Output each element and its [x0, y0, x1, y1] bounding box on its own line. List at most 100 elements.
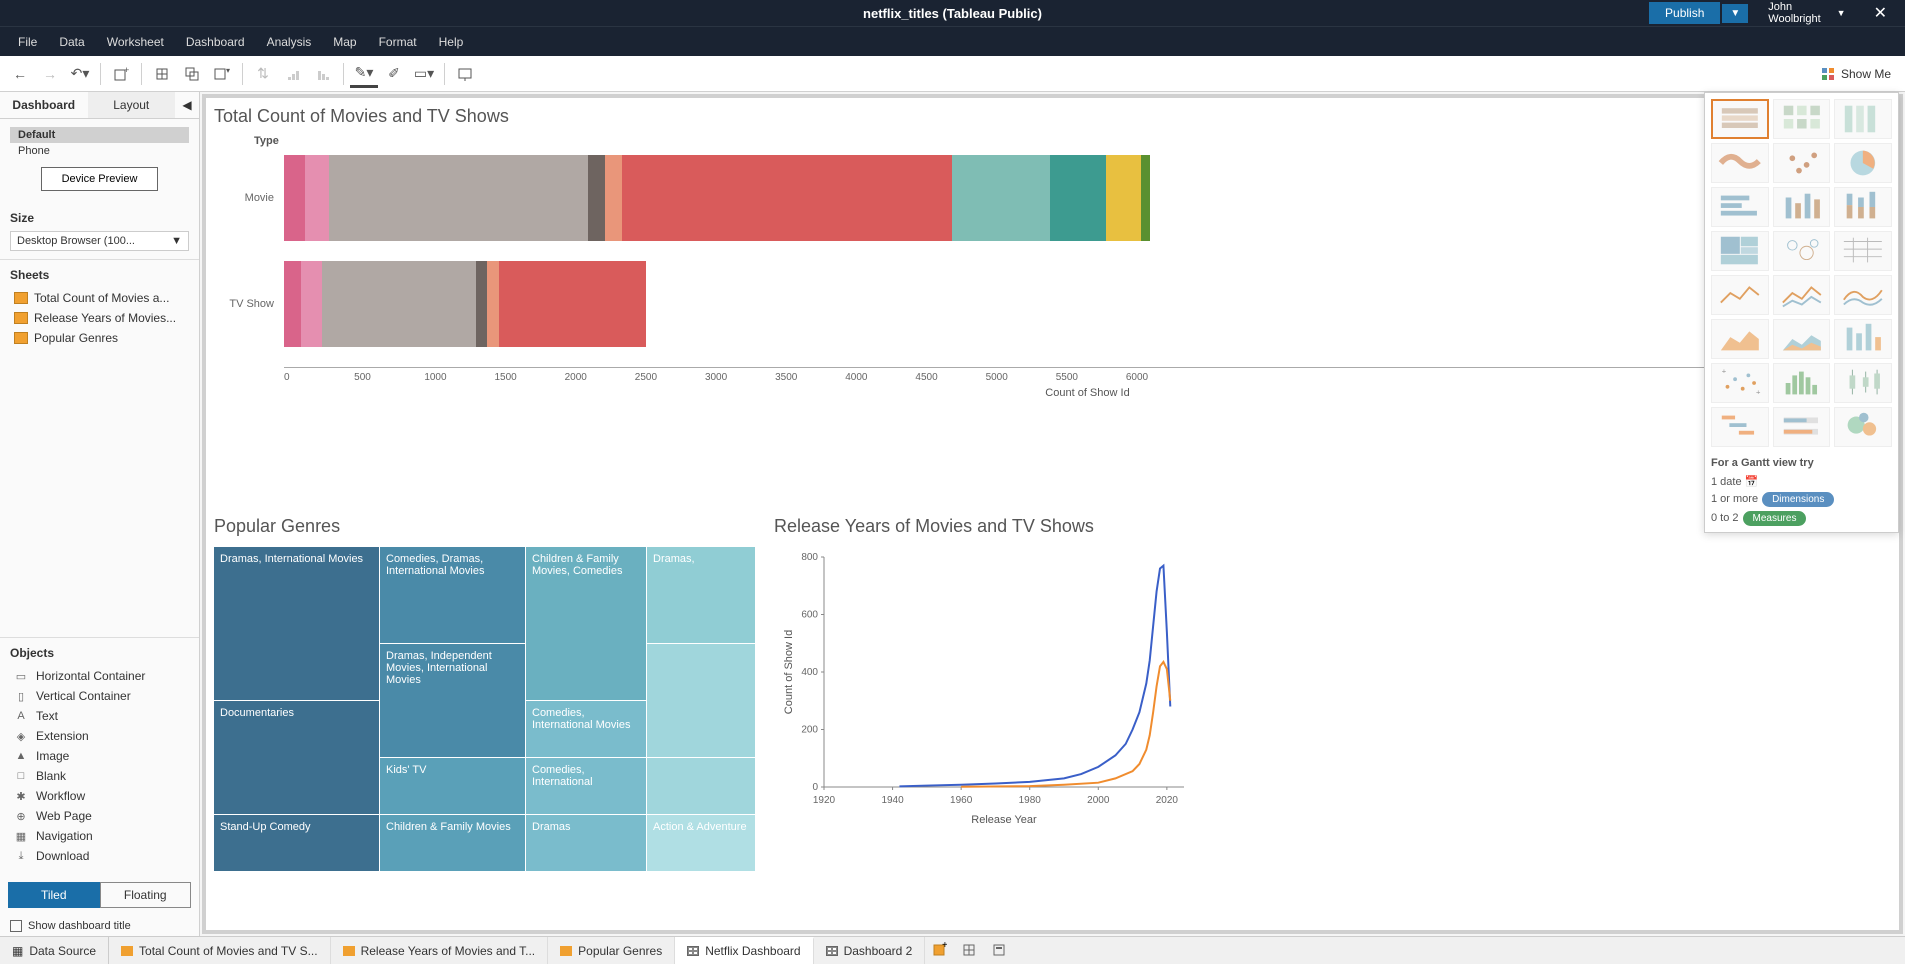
- forward-icon[interactable]: →: [36, 60, 64, 88]
- showme-chart-type[interactable]: [1773, 407, 1831, 447]
- showme-chart-type[interactable]: [1773, 275, 1831, 315]
- sheets-header: Sheets: [10, 268, 189, 282]
- showme-chart-type[interactable]: [1834, 143, 1892, 183]
- object-horizontal[interactable]: ▭Horizontal Container: [10, 666, 189, 686]
- object-navigation[interactable]: ▦Navigation: [10, 826, 189, 846]
- menu-map[interactable]: Map: [323, 31, 366, 53]
- device-phone[interactable]: Phone: [10, 143, 189, 159]
- floating-button[interactable]: Floating: [100, 882, 192, 908]
- menu-analysis[interactable]: Analysis: [257, 31, 322, 53]
- show-me-panel: ++ For a Gantt view try 1 date 📅 1 or mo…: [1704, 92, 1899, 533]
- device-default[interactable]: Default: [10, 127, 189, 143]
- worksheet-icon: [343, 946, 355, 956]
- sort-asc-icon[interactable]: [279, 60, 307, 88]
- sheet-tab-active[interactable]: Netflix Dashboard: [675, 937, 813, 964]
- showme-chart-type[interactable]: [1834, 319, 1892, 359]
- new-dashboard-tab-icon[interactable]: [955, 942, 985, 959]
- showme-chart-type[interactable]: [1834, 407, 1892, 447]
- menu-format[interactable]: Format: [369, 31, 427, 53]
- showme-chart-type[interactable]: ++: [1711, 363, 1769, 403]
- object-vertical[interactable]: ▯Vertical Container: [10, 686, 189, 706]
- data-source-tab[interactable]: ▦ Data Source: [0, 937, 109, 964]
- tiled-button[interactable]: Tiled: [8, 882, 100, 908]
- download-icon: ⤓: [14, 850, 28, 863]
- sheet-item[interactable]: Release Years of Movies...: [10, 308, 189, 328]
- chart-popular-genres[interactable]: Popular Genres Dramas, International Mov…: [214, 516, 754, 896]
- sheet-item[interactable]: Popular Genres: [10, 328, 189, 348]
- datasource-icon: ▦: [12, 944, 23, 958]
- swap-icon[interactable]: ⇅: [249, 60, 277, 88]
- duplicate-icon[interactable]: [178, 60, 206, 88]
- show-dashboard-title-checkbox[interactable]: Show dashboard title: [0, 916, 199, 936]
- showme-chart-type[interactable]: [1834, 363, 1892, 403]
- undo-icon[interactable]: ↶▾: [66, 60, 94, 88]
- object-image[interactable]: ▲Image: [10, 746, 189, 766]
- object-webpage[interactable]: ⊕Web Page: [10, 806, 189, 826]
- showme-chart-type[interactable]: [1773, 319, 1831, 359]
- device-preview-button[interactable]: Device Preview: [41, 167, 159, 191]
- showme-chart-type[interactable]: [1834, 275, 1892, 315]
- dashboard-canvas[interactable]: Total Count of Movies and TV Shows Type …: [202, 94, 1903, 934]
- clear-icon[interactable]: ▾: [208, 60, 236, 88]
- text-icon: A: [14, 710, 28, 722]
- object-workflow[interactable]: ✱Workflow: [10, 786, 189, 806]
- menu-help[interactable]: Help: [429, 31, 474, 53]
- annotate-icon[interactable]: ✐: [380, 60, 408, 88]
- show-me-button[interactable]: Show Me: [1813, 63, 1899, 85]
- menu-file[interactable]: File: [8, 31, 47, 53]
- object-text[interactable]: AText: [10, 706, 189, 726]
- showme-chart-type[interactable]: [1834, 231, 1892, 271]
- size-value: Desktop Browser (100...: [17, 235, 135, 247]
- object-download[interactable]: ⤓Download: [10, 846, 189, 866]
- sheet-tab[interactable]: Total Count of Movies and TV S...: [109, 937, 331, 964]
- sort-desc-icon[interactable]: [309, 60, 337, 88]
- object-extension[interactable]: ◈Extension: [10, 726, 189, 746]
- menu-data[interactable]: Data: [49, 31, 94, 53]
- svg-text:400: 400: [801, 667, 818, 678]
- sidebar-tab-dashboard[interactable]: Dashboard: [0, 92, 88, 118]
- sheet-tab[interactable]: Popular Genres: [548, 937, 675, 964]
- showme-chart-type[interactable]: [1834, 187, 1892, 227]
- showme-chart-type[interactable]: [1773, 143, 1831, 183]
- showme-chart-type[interactable]: [1773, 231, 1831, 271]
- new-worksheet-tab-icon[interactable]: +: [925, 942, 955, 959]
- publish-dropdown[interactable]: ▼: [1722, 4, 1748, 23]
- chart-release-years[interactable]: Release Years of Movies and TV Shows 020…: [774, 516, 1214, 896]
- sheet-tab[interactable]: Dashboard 2: [814, 937, 926, 964]
- object-blank[interactable]: □Blank: [10, 766, 189, 786]
- new-data-icon[interactable]: +: [107, 60, 135, 88]
- showme-chart-type[interactable]: [1711, 187, 1769, 227]
- presentation-icon[interactable]: [451, 60, 479, 88]
- group-icon[interactable]: ▭▾: [410, 60, 438, 88]
- new-worksheet-icon[interactable]: [148, 60, 176, 88]
- highlight-icon[interactable]: ✎▾: [350, 60, 378, 88]
- close-button[interactable]: ✕: [1856, 3, 1905, 23]
- menu-worksheet[interactable]: Worksheet: [97, 31, 174, 53]
- showme-chart-type[interactable]: [1773, 187, 1831, 227]
- showme-chart-type[interactable]: [1711, 319, 1769, 359]
- showme-chart-type[interactable]: [1773, 363, 1831, 403]
- showme-chart-type[interactable]: [1773, 99, 1831, 139]
- showme-chart-type[interactable]: [1834, 99, 1892, 139]
- user-dropdown-icon[interactable]: ▼: [1837, 8, 1856, 18]
- chart-total-count[interactable]: Total Count of Movies and TV Shows Type …: [214, 106, 1891, 506]
- new-story-tab-icon[interactable]: [985, 942, 1015, 959]
- publish-button[interactable]: Publish: [1649, 2, 1720, 24]
- treemap-cell: [647, 644, 755, 757]
- showme-chart-type[interactable]: [1711, 275, 1769, 315]
- showme-chart-type[interactable]: [1711, 99, 1769, 139]
- menu-dashboard[interactable]: Dashboard: [176, 31, 255, 53]
- sheet-item[interactable]: Total Count of Movies a...: [10, 288, 189, 308]
- collapse-sidebar-icon[interactable]: ◀: [175, 92, 199, 118]
- sidebar-tab-layout[interactable]: Layout: [88, 92, 176, 118]
- sheet-tab[interactable]: Release Years of Movies and T...: [331, 937, 549, 964]
- back-icon[interactable]: ←: [6, 60, 34, 88]
- showme-chart-type[interactable]: [1711, 143, 1769, 183]
- svg-text:+: +: [1756, 387, 1761, 396]
- showme-chart-type[interactable]: [1711, 231, 1769, 271]
- user-menu[interactable]: John Woolbright: [1748, 1, 1836, 25]
- dimensions-pill: Dimensions: [1762, 492, 1834, 507]
- size-dropdown[interactable]: Desktop Browser (100...▼: [10, 231, 189, 251]
- showme-chart-type[interactable]: [1711, 407, 1769, 447]
- chart-title: Popular Genres: [214, 516, 754, 537]
